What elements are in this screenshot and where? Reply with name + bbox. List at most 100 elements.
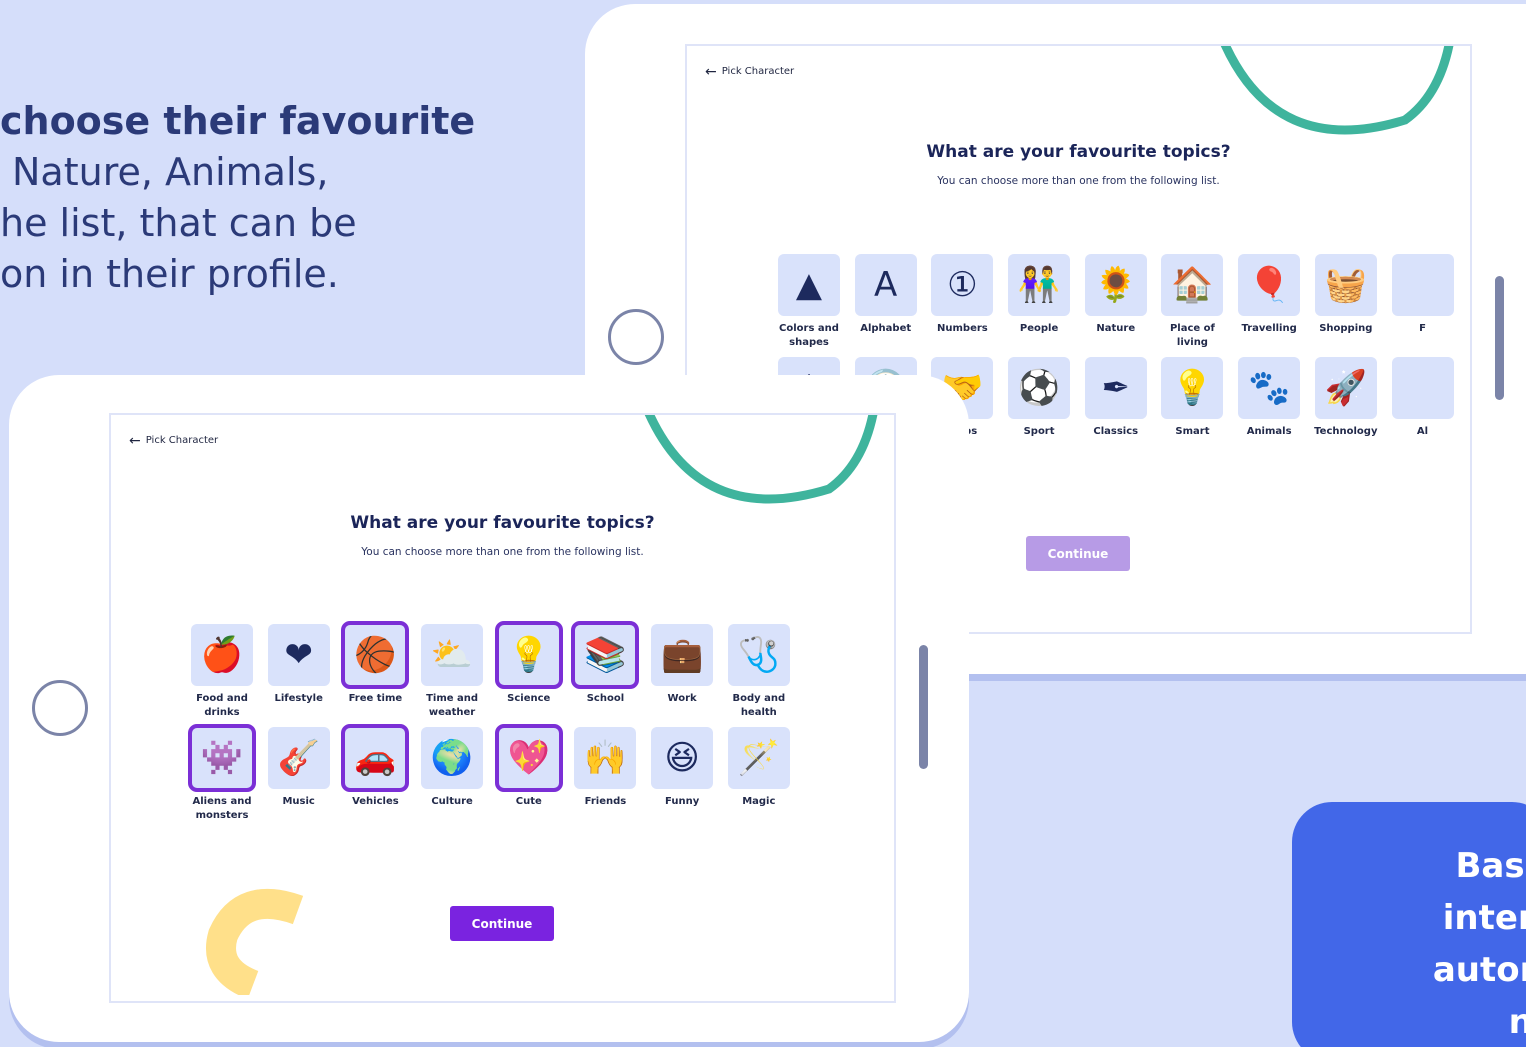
topic-label: Food and drinks bbox=[196, 693, 248, 718]
topic-option[interactable]: 🚀 Technology bbox=[1314, 357, 1377, 460]
topic-option[interactable]: 🎸 Music bbox=[267, 727, 330, 830]
topic-option[interactable]: 💼 Work bbox=[651, 624, 714, 727]
topic-tile[interactable]: 🎈 bbox=[1238, 254, 1301, 316]
topic-label: Time and weather bbox=[426, 693, 479, 718]
topic-tile[interactable]: ❤ bbox=[267, 624, 330, 686]
topic-tile[interactable]: ⚽ bbox=[1008, 357, 1071, 419]
page-subtitle: You can choose more than one from the fo… bbox=[361, 546, 644, 558]
topic-option[interactable]: 👫 People bbox=[1008, 254, 1071, 357]
topic-option[interactable]: ⚽ Sport bbox=[1008, 357, 1071, 460]
topic-tile[interactable]: 💡 bbox=[1161, 357, 1224, 419]
home-button[interactable] bbox=[32, 680, 88, 736]
topic-tile[interactable]: 👾 bbox=[188, 724, 256, 792]
numbers-icon: ① bbox=[947, 265, 978, 305]
topic-label: Numbers bbox=[937, 323, 988, 334]
topic-option[interactable]: 🧺 Shopping bbox=[1314, 254, 1377, 357]
topic-option[interactable]: 🎈 Travelling bbox=[1238, 254, 1301, 357]
topic-tile[interactable]: 🧺 bbox=[1314, 254, 1377, 316]
topic-label: Al bbox=[1416, 426, 1429, 437]
topic-tile[interactable]: 🏀 bbox=[341, 621, 410, 689]
topic-option[interactable]: ① Numbers bbox=[931, 254, 994, 357]
topic-tile[interactable]: 👫 bbox=[1008, 254, 1071, 316]
back-link[interactable]: ← Pick Character bbox=[129, 434, 219, 448]
topic-option[interactable]: 🚗 Vehicles bbox=[341, 724, 410, 830]
continue-button[interactable]: Continue bbox=[1026, 536, 1130, 571]
lightbulb-icon: 💡 bbox=[507, 635, 550, 675]
pawprint-icon: 🐾 bbox=[1247, 368, 1291, 408]
topic-label: Aliens and monsters bbox=[192, 796, 252, 821]
basket-icon: 🧺 bbox=[1324, 265, 1367, 305]
topic-tile[interactable]: 💼 bbox=[651, 624, 714, 686]
intro-line-1: choose their favourite bbox=[0, 99, 476, 143]
friends-icon: 🙌 bbox=[584, 738, 627, 778]
topic-option[interactable]: 🌻 Nature bbox=[1084, 254, 1147, 357]
decorative-yellow-shape bbox=[206, 888, 304, 995]
topic-tile[interactable]: ⛅ bbox=[421, 624, 484, 686]
magic-wand-icon: 🪄 bbox=[737, 738, 780, 778]
topic-tile[interactable]: 🌻 bbox=[1084, 254, 1147, 316]
topic-label: Travelling bbox=[1241, 323, 1297, 334]
back-link-label: Pick Character bbox=[145, 435, 219, 446]
topic-option[interactable]: Al bbox=[1391, 357, 1454, 460]
cloud-clock-icon: ⛅ bbox=[430, 635, 474, 675]
topic-option[interactable]: 🙌 Friends bbox=[574, 727, 637, 830]
topic-option[interactable]: 🏠 Place of living bbox=[1161, 254, 1224, 357]
topic-tile[interactable]: 🪄 bbox=[727, 727, 790, 789]
topic-option[interactable]: 📚 School bbox=[571, 621, 640, 727]
topic-option[interactable]: ❤ Lifestyle bbox=[267, 624, 330, 727]
topic-label: Classics bbox=[1093, 426, 1139, 437]
topic-option[interactable]: 💡 Smart bbox=[1161, 357, 1224, 460]
home-button[interactable] bbox=[608, 309, 664, 365]
back-link[interactable]: ← Pick Character bbox=[705, 65, 794, 79]
topic-tile[interactable]: A bbox=[854, 254, 917, 316]
continue-button[interactable]: Continue bbox=[450, 906, 554, 941]
topic-label: Funny bbox=[665, 796, 700, 807]
topic-option[interactable]: 🩺 Body and health bbox=[727, 624, 790, 727]
topic-tile[interactable] bbox=[1391, 254, 1454, 316]
topic-tile[interactable]: ▲ bbox=[778, 254, 840, 316]
topic-option[interactable]: 💡 Science bbox=[494, 621, 563, 727]
topic-label: Culture bbox=[431, 796, 473, 807]
topic-option[interactable]: 🐾 Animals bbox=[1238, 357, 1301, 460]
topic-label: Magic bbox=[742, 796, 776, 807]
topic-tile[interactable]: 🚗 bbox=[341, 724, 410, 792]
topic-tile[interactable]: ① bbox=[931, 254, 994, 316]
topic-label: Lifestyle bbox=[274, 693, 323, 704]
topic-option[interactable]: A Alphabet bbox=[854, 254, 917, 357]
page-title: What are your favourite topics? bbox=[926, 142, 1231, 162]
topic-tile[interactable] bbox=[1391, 357, 1454, 419]
topic-tile[interactable]: 🎸 bbox=[267, 727, 330, 789]
intro-line-3: he list, that can be bbox=[0, 201, 357, 245]
topic-option[interactable]: ⛅ Time and weather bbox=[421, 624, 484, 727]
intro-text: choose their favourite Nature, Animals, … bbox=[0, 96, 476, 300]
topic-label: Animals bbox=[1246, 426, 1292, 437]
topic-tile[interactable]: 🙌 bbox=[574, 727, 637, 789]
balloon-icon: 🎈 bbox=[1247, 265, 1291, 305]
topic-tile[interactable]: 🌍 bbox=[421, 727, 484, 789]
topic-option[interactable]: F bbox=[1391, 254, 1454, 357]
topic-tile[interactable]: 📚 bbox=[571, 621, 640, 689]
topic-option[interactable]: 💖 Cute bbox=[494, 724, 563, 830]
topic-label: Cute bbox=[515, 796, 542, 807]
topic-tile[interactable]: ✒ bbox=[1084, 357, 1147, 419]
topic-tile[interactable]: 🏠 bbox=[1161, 254, 1224, 316]
topic-option[interactable]: ✒ Classics bbox=[1084, 357, 1147, 460]
topic-tile[interactable]: 🍎 bbox=[191, 624, 253, 686]
topic-option[interactable]: 🏀 Free time bbox=[341, 621, 410, 727]
alphabet-blocks-icon: A bbox=[874, 265, 898, 305]
books-apple-icon: 📚 bbox=[584, 635, 627, 675]
topic-option[interactable]: 👾 Aliens and monsters bbox=[188, 724, 256, 830]
topic-option[interactable]: 🪄 Magic bbox=[727, 727, 790, 830]
topic-option[interactable]: 🌍 Culture bbox=[421, 727, 484, 830]
topic-tile[interactable]: 🚀 bbox=[1314, 357, 1377, 419]
topic-label: Nature bbox=[1096, 323, 1136, 334]
topic-tile[interactable]: 😆 bbox=[651, 727, 714, 789]
topic-tile[interactable]: 💖 bbox=[494, 724, 563, 792]
decorative-arc bbox=[1220, 46, 1454, 135]
topic-option[interactable]: ▲ Colors and shapes bbox=[778, 254, 840, 357]
topic-tile[interactable]: 💡 bbox=[494, 621, 563, 689]
topic-tile[interactable]: 🩺 bbox=[727, 624, 790, 686]
topic-tile[interactable]: 🐾 bbox=[1238, 357, 1301, 419]
topic-option[interactable]: 🍎 Food and drinks bbox=[191, 624, 253, 727]
topic-option[interactable]: 😆 Funny bbox=[651, 727, 714, 830]
